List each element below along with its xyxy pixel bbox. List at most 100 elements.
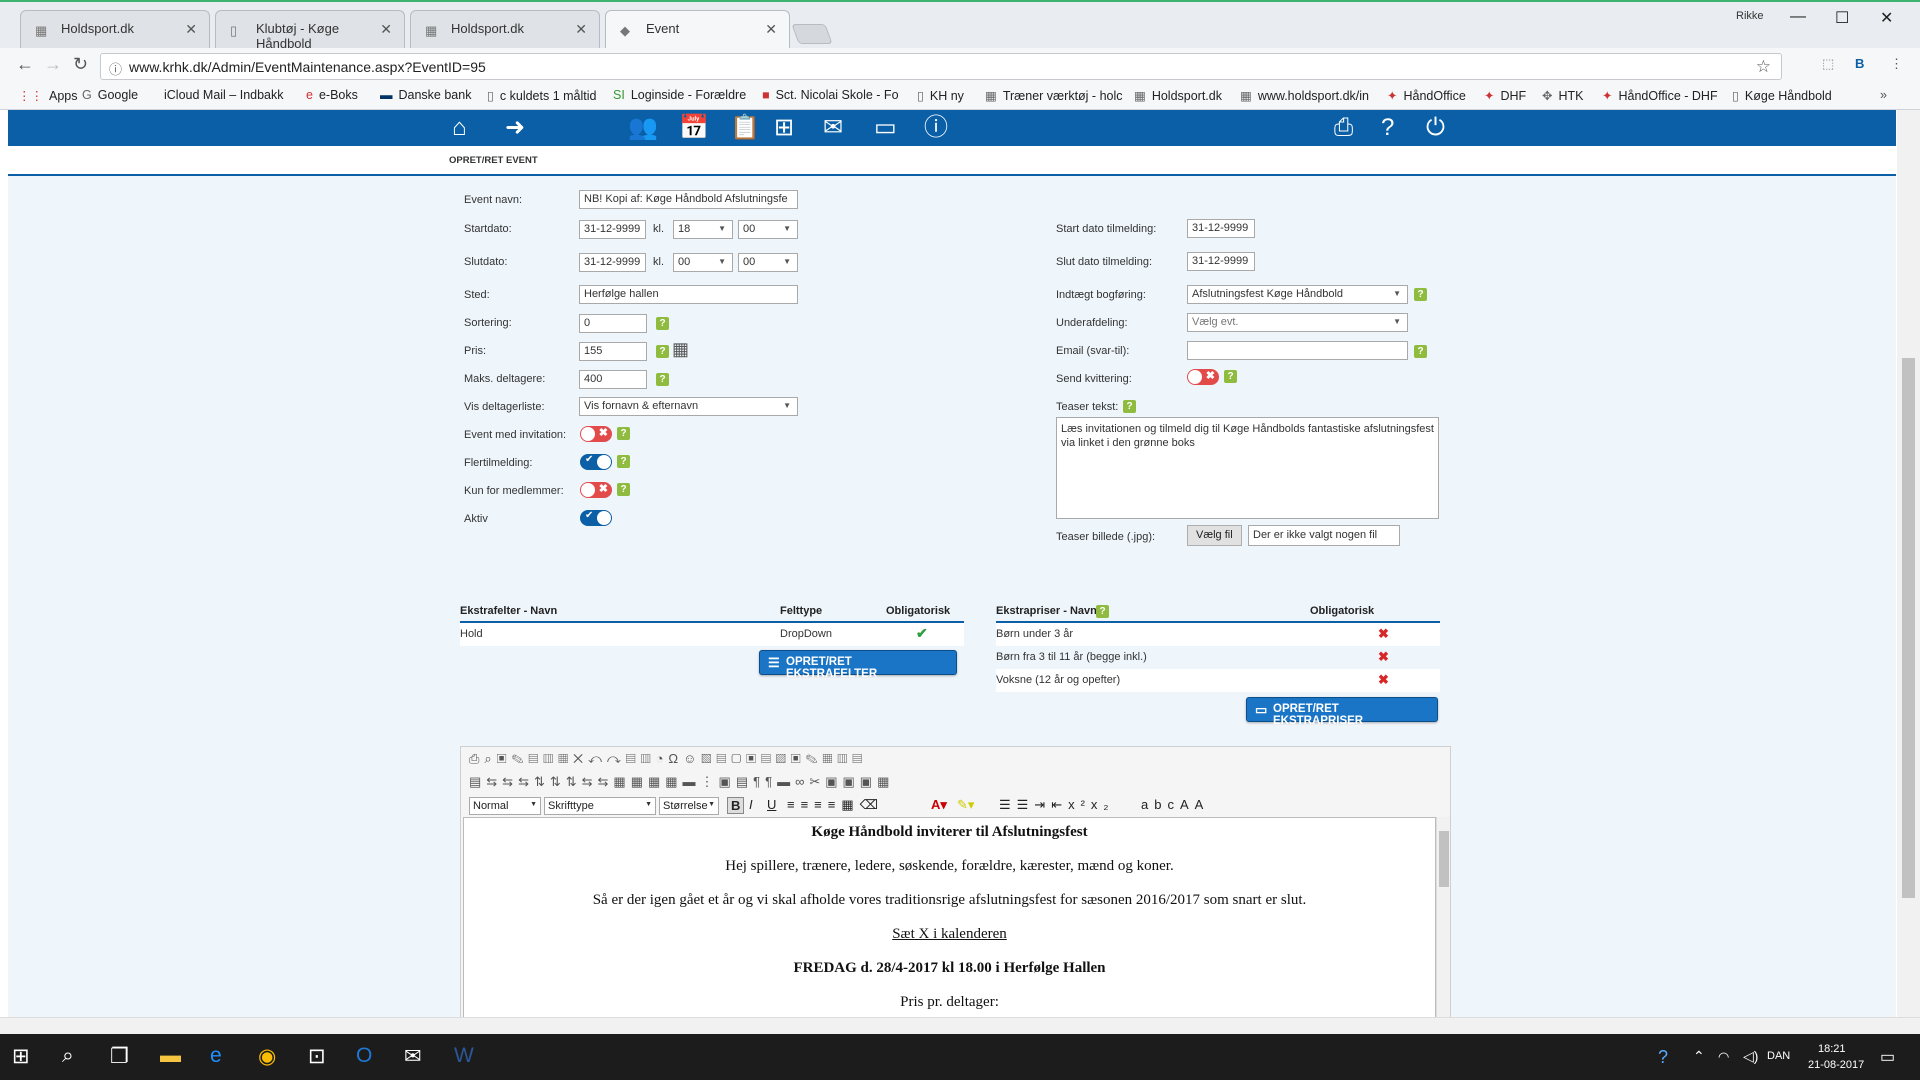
bookmark-handoffice-dhf[interactable]: ✦ HåndOffice - DHF — [1602, 88, 1718, 103]
file-explorer-icon[interactable]: ▬ — [160, 1044, 181, 1068]
bookmark-star-icon[interactable]: ☆ — [1756, 57, 1771, 77]
help-icon[interactable]: ? — [1381, 115, 1394, 141]
word-icon[interactable]: W — [454, 1044, 474, 1068]
windows-start-icon[interactable]: ⊞ — [12, 1044, 30, 1069]
clock-date[interactable]: 21-08-2017 — [1808, 1059, 1864, 1071]
underline-button[interactable]: U — [767, 797, 776, 812]
bookmark-kh-ny[interactable]: ▯ KH ny — [917, 88, 964, 103]
back-icon[interactable]: ← — [16, 54, 34, 75]
home-icon[interactable]: ⌂ — [452, 115, 467, 141]
menu-icon[interactable]: ⋮ — [1890, 56, 1903, 72]
maximize-icon[interactable]: ☐ — [1835, 8, 1849, 28]
language-indicator[interactable]: DAN — [1767, 1050, 1790, 1062]
end-minute-select[interactable]: 00 — [738, 253, 798, 272]
italic-button[interactable]: I — [749, 797, 753, 812]
bookmark-icloud[interactable]: iCloud Mail – Indbakk — [158, 88, 284, 102]
choose-file-button[interactable]: Vælg fil — [1187, 525, 1242, 546]
help-icon[interactable]: ? — [1414, 288, 1427, 301]
edge-icon[interactable]: e — [210, 1044, 222, 1068]
close-tab-icon[interactable]: ✕ — [185, 21, 197, 38]
highlight-button[interactable]: ✎▾ — [957, 797, 974, 813]
mail-icon[interactable]: ✉ — [823, 115, 843, 141]
invitation-toggle[interactable]: ✖ — [580, 426, 612, 442]
teaser-textarea[interactable]: Læs invitationen og tilmeld dig til Køge… — [1056, 417, 1439, 519]
start-minute-select[interactable]: 00 — [738, 220, 798, 239]
end-hour-select[interactable]: 00 — [673, 253, 733, 272]
new-tab-button[interactable] — [791, 24, 833, 44]
editor-scrollbar[interactable] — [1436, 817, 1450, 1017]
bookmark-holdsport-in[interactable]: ▦ www.holdsport.dk/in — [1240, 88, 1369, 103]
clock-time[interactable]: 18:21 — [1818, 1043, 1846, 1055]
bookmark-eboks[interactable]: e e-Boks — [306, 88, 358, 102]
calculator-icon[interactable]: ▦ — [672, 339, 689, 360]
edit-extra-fields-button[interactable]: ☰ OPRET/RET EKSTRAFELTER — [759, 650, 957, 680]
chrome-icon[interactable]: ◉ — [258, 1044, 276, 1069]
sort-input[interactable]: 0 — [579, 314, 647, 333]
help-icon[interactable]: ? — [1224, 370, 1237, 383]
forward-icon[interactable]: → — [44, 54, 62, 75]
members-icon[interactable]: 👥 — [628, 115, 658, 141]
search-icon[interactable]: ⌕ — [62, 1044, 74, 1068]
event-name-input[interactable]: NB! Kopi af: Køge Håndbold Afslutningsfe — [579, 190, 798, 209]
print-icon[interactable]: ⎙ — [1334, 115, 1353, 141]
help-icon[interactable]: ? — [617, 455, 630, 468]
help-icon[interactable]: ? — [656, 345, 669, 358]
edit-extra-prices-button[interactable]: ▭ OPRET/RET EKSTRAPRISER — [1246, 697, 1438, 727]
font-select[interactable]: Skrifttype — [544, 797, 656, 815]
tray-chevron-icon[interactable]: ⌃ — [1693, 1048, 1705, 1065]
bookmark-dhf[interactable]: ✦ DHF — [1484, 88, 1526, 103]
send-receipt-toggle[interactable]: ✖ — [1187, 369, 1219, 385]
size-select[interactable]: Størrelse — [659, 797, 719, 815]
tab-event[interactable]: ◆ Event ✕ — [605, 10, 790, 50]
income-select[interactable]: Afslutningsfest Køge Håndbold — [1187, 285, 1408, 304]
list-buttons[interactable]: ☰☰⇥⇤x²x₂ — [999, 797, 1114, 813]
bold-button[interactable]: B — [727, 797, 745, 814]
extension-b-icon[interactable]: B — [1855, 56, 1864, 71]
editor-toolbar-row-1[interactable]: ⎙⌕▣✎▤▥▦✕↶↷▤▥◔Ω☺▧▤▢▣▤▨▣✎▦▥▤ — [469, 751, 867, 771]
close-tab-icon[interactable]: ✕ — [575, 21, 587, 38]
text-color-button[interactable]: A▾ — [931, 797, 947, 813]
help-icon[interactable]: ? — [617, 483, 630, 496]
start-hour-select[interactable]: 18 — [673, 220, 733, 239]
tab-holdsport-1[interactable]: ▦ Holdsport.dk ✕ — [20, 10, 210, 50]
login-icon[interactable]: ➜ — [505, 115, 525, 141]
align-buttons[interactable]: ≡≡≡≡▦⌫ — [787, 797, 884, 813]
mail-icon[interactable]: ✉ — [404, 1044, 422, 1069]
outlook-icon[interactable]: O — [356, 1044, 372, 1068]
help-icon[interactable]: ? — [1096, 605, 1109, 618]
bookmark-google[interactable]: G Google — [82, 88, 138, 102]
info-icon[interactable]: ⓘ — [109, 59, 122, 78]
bookmark-loginside[interactable]: SI Loginside - Forældre — [613, 88, 746, 102]
calendar-icon[interactable]: 📅 — [679, 115, 709, 141]
minimize-icon[interactable]: — — [1790, 8, 1806, 26]
price-input[interactable]: 155 — [579, 342, 647, 361]
bookmark-danske-bank[interactable]: ▬ Danske bank — [380, 88, 471, 102]
info-icon[interactable]: ⓘ — [924, 115, 948, 141]
horizontal-scrollbar[interactable] — [0, 1017, 1920, 1034]
bookmark-traener[interactable]: ▦ Træner værktøj - holc — [985, 88, 1123, 103]
help-icon[interactable]: ? — [656, 373, 669, 386]
help-tray-icon[interactable]: ? — [1658, 1047, 1668, 1068]
format-select[interactable]: Normal — [469, 797, 541, 815]
reload-icon[interactable]: ↻ — [73, 54, 88, 75]
bookmark-handoffice[interactable]: ✦ HåndOffice — [1387, 88, 1466, 103]
notifications-icon[interactable]: ▭ — [1880, 1047, 1895, 1067]
tab-holdsport-2[interactable]: ▦ Holdsport.dk ✕ — [410, 10, 600, 50]
page-scrollbar[interactable] — [1897, 110, 1920, 1017]
editor-toolbar-row-2[interactable]: ▤⇆⇆⇆⇅⇅⇅⇆⇆▦▦▦▦▬⋮▣▤¶¶▬∞✂▣▣▣▦ — [469, 774, 894, 794]
help-icon[interactable]: ? — [617, 427, 630, 440]
bookmark-htk[interactable]: ✥ HTK — [1542, 88, 1583, 103]
address-bar[interactable]: ⓘ www.krhk.dk/Admin/EventMaintenance.asp… — [100, 53, 1782, 80]
tab-klubtoj[interactable]: ▯ Klubtøj - Køge Håndbold ✕ — [215, 10, 405, 51]
registration-start-input[interactable]: 31-12-9999 — [1187, 219, 1255, 238]
email-input[interactable] — [1187, 341, 1408, 360]
place-input[interactable]: Herfølge hallen — [579, 285, 798, 304]
multi-registration-toggle[interactable]: ✔ — [580, 454, 612, 470]
monitor-icon[interactable]: ▭ — [874, 115, 897, 141]
participant-list-select[interactable]: Vis fornavn & efternavn — [579, 397, 798, 416]
members-only-toggle[interactable]: ✖ — [580, 482, 612, 498]
store-icon[interactable]: ⊡ — [308, 1044, 326, 1069]
editor-content[interactable]: Køge Håndbold inviterer til Afslutningsf… — [463, 817, 1436, 1017]
volume-icon[interactable]: ◁) — [1743, 1048, 1758, 1065]
close-tab-icon[interactable]: ✕ — [380, 21, 392, 38]
